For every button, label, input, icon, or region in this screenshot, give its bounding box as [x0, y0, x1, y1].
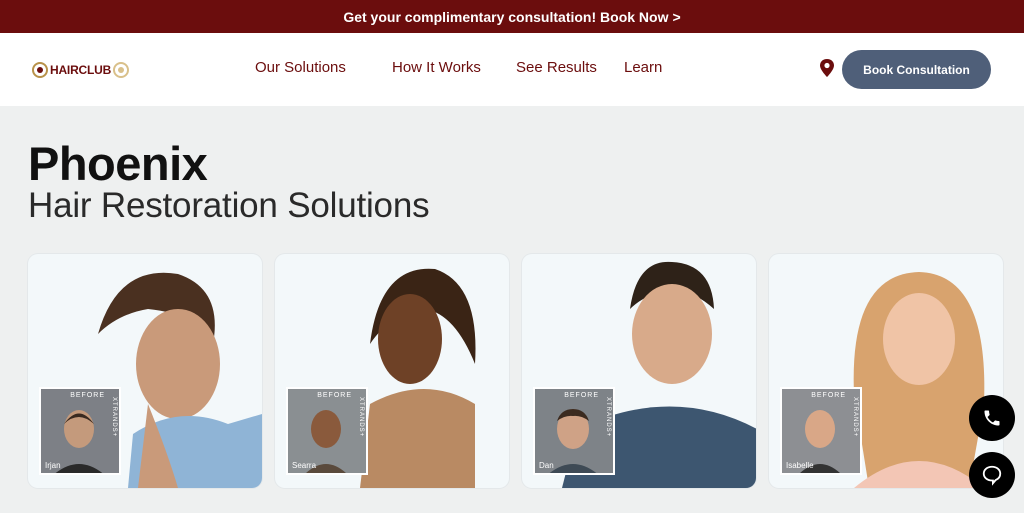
location-pin-icon[interactable] — [819, 59, 835, 77]
chat-icon — [982, 465, 1002, 486]
nav-see-results[interactable]: See Results — [516, 59, 597, 76]
brand-label: XTRANDS+ — [852, 397, 858, 438]
logo-text: HAIRCLUB — [50, 63, 112, 77]
logo-ring-right-icon — [113, 62, 130, 78]
brand-label: XTRANDS+ — [358, 397, 364, 438]
person-name: Irjan — [45, 461, 61, 470]
before-photo: BEFORE XTRANDS+ Irjan — [39, 387, 121, 475]
chat-button[interactable] — [969, 452, 1015, 498]
promo-banner[interactable]: Get your complimentary consultation! Boo… — [0, 0, 1024, 33]
before-label: BEFORE — [564, 392, 599, 399]
brand-label: XTRANDS+ — [111, 397, 117, 438]
before-photo: BEFORE XTRANDS+ Dan — [533, 387, 615, 475]
phone-icon — [984, 410, 1000, 426]
page-subtitle: Hair Restoration Solutions — [28, 186, 430, 225]
result-card-searra[interactable]: BEFORE XTRANDS+ Searra — [275, 254, 509, 488]
before-label: BEFORE — [811, 392, 846, 399]
nav-how-it-works[interactable]: How It Works — [392, 59, 481, 76]
result-card-isabelle[interactable]: BEFORE XTRANDS+ Isabelle — [769, 254, 1003, 488]
before-photo: BEFORE XTRANDS+ Searra — [286, 387, 368, 475]
person-name: Isabelle — [786, 461, 814, 470]
before-label: BEFORE — [317, 392, 352, 399]
logo-ring-left-icon — [32, 62, 48, 78]
nav-learn[interactable]: Learn — [624, 59, 662, 76]
result-card-irjan[interactable]: BEFORE XTRANDS+ Irjan — [28, 254, 262, 488]
person-name: Dan — [539, 461, 554, 470]
before-label: BEFORE — [70, 392, 105, 399]
site-header: HAIRCLUB Our Solutions How It Works See … — [0, 33, 1024, 106]
promo-text: Get your complimentary consultation! Boo… — [343, 8, 669, 25]
person-name: Searra — [292, 461, 317, 470]
before-photo: BEFORE XTRANDS+ Isabelle — [780, 387, 862, 475]
phone-button[interactable] — [969, 395, 1015, 441]
hairclub-logo[interactable]: HAIRCLUB — [32, 60, 130, 80]
nav-our-solutions[interactable]: Our Solutions — [255, 59, 346, 76]
brand-label: XTRANDS+ — [605, 397, 611, 438]
promo-arrow: > — [672, 8, 681, 25]
book-consultation-button[interactable]: Book Consultation — [842, 50, 991, 89]
result-card-dan[interactable]: BEFORE XTRANDS+ Dan — [522, 254, 756, 488]
page-title: Phoenix — [28, 137, 208, 190]
